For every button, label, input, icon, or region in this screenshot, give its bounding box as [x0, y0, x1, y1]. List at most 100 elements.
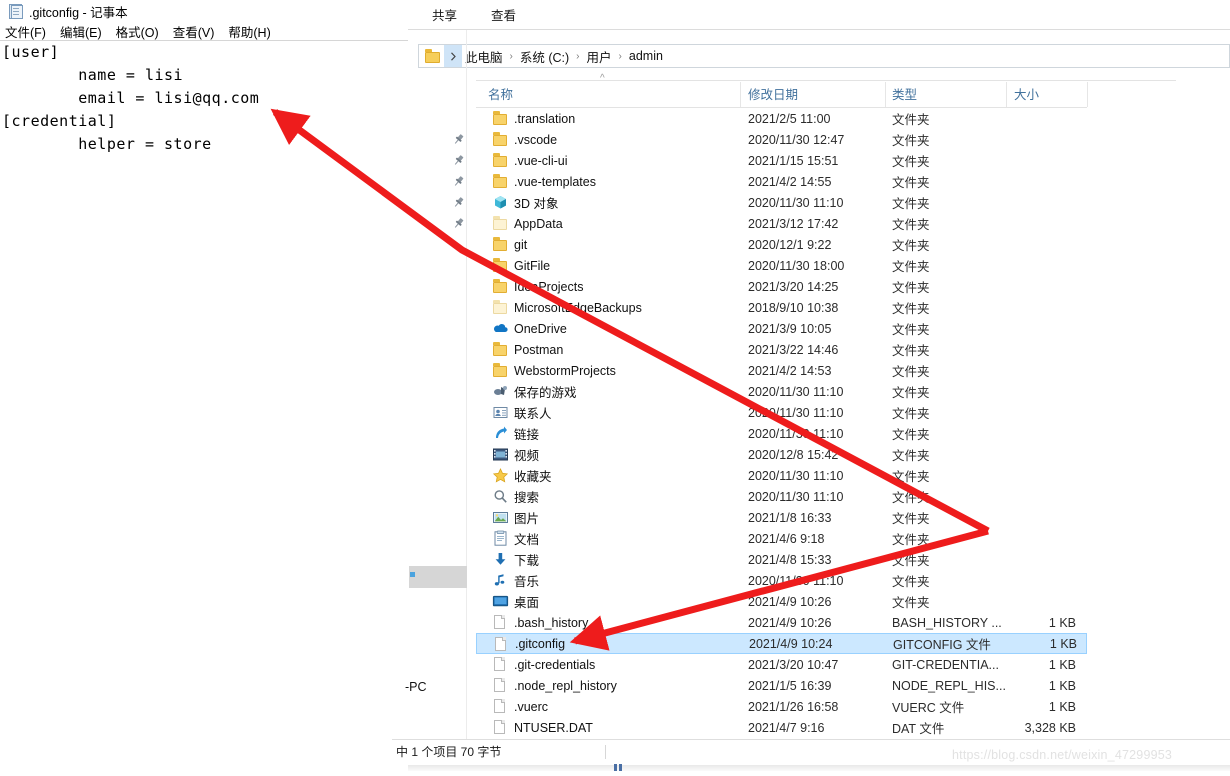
table-row[interactable]: 搜索 2020/11/30 11:10 文件夹	[476, 486, 1087, 507]
table-row[interactable]: 文档 2021/4/6 9:18 文件夹	[476, 528, 1087, 549]
table-row[interactable]: 下载 2021/4/8 15:33 文件夹	[476, 549, 1087, 570]
file-name-cell: 图片	[514, 512, 540, 526]
menu-view[interactable]: 查看(V)	[173, 22, 215, 41]
table-row[interactable]: .gitconfig 2021/4/9 10:24 GITCONFIG 文件 1 KB	[476, 633, 1087, 654]
file-type-cell: DAT 文件	[892, 722, 945, 736]
tab-share[interactable]: 共享	[422, 5, 467, 24]
file-date-cell: 2018/9/10 10:38	[748, 300, 839, 315]
nav-pane-pc-label: -PC	[405, 680, 427, 694]
file-icon	[492, 719, 509, 736]
breadcrumb-system-c[interactable]: 系统 (C:)	[517, 47, 572, 66]
table-row[interactable]: 保存的游戏 2020/11/30 11:10 文件夹	[476, 381, 1087, 402]
file-type-cell: 文件夹	[892, 386, 930, 400]
table-row[interactable]: WebstormProjects 2021/4/2 14:53 文件夹	[476, 360, 1087, 381]
table-row[interactable]: IdeaProjects 2021/3/20 14:25 文件夹	[476, 276, 1087, 297]
notepad-titlebar: .gitconfig - 记事本	[0, 0, 408, 22]
table-row[interactable]: .vuerc 2021/1/26 16:58 VUERC 文件 1 KB	[476, 696, 1087, 717]
table-row[interactable]: 图片 2021/1/8 16:33 文件夹	[476, 507, 1087, 528]
column-divider[interactable]	[1087, 82, 1088, 107]
table-row[interactable]: 桌面 2021/4/9 10:26 文件夹	[476, 591, 1087, 612]
breadcrumb-separator: ›	[509, 50, 513, 62]
menu-format[interactable]: 格式(O)	[116, 22, 159, 41]
file-date-cell: 2021/2/5 11:00	[748, 111, 831, 126]
file-date-cell: 2021/4/9 10:26	[748, 594, 832, 609]
notepad-window: .gitconfig - 记事本 文件(F) 编辑(E) 格式(O) 查看(V)…	[0, 0, 408, 776]
table-row[interactable]: 链接 2020/11/30 11:10 文件夹	[476, 423, 1087, 444]
table-row[interactable]: .git-credentials 2021/3/20 10:47 GIT-CREDE…	[476, 654, 1087, 675]
file-name-cell: .git-credentials	[514, 657, 596, 672]
table-row[interactable]: .node_repl_history 2021/1/5 16:39 NODE_REP…	[476, 675, 1087, 696]
tab-view[interactable]: 查看	[481, 5, 526, 24]
folder-icon	[492, 131, 509, 148]
folder-icon	[492, 152, 509, 169]
notepad-icon	[7, 3, 23, 19]
status-bar-selection: 中 1 个项目 70 字节	[396, 745, 502, 759]
table-row[interactable]: NTUSER.DAT 2021/4/7 9:16 DAT 文件 3,328 KB	[476, 717, 1087, 738]
breadcrumb-users[interactable]: 用户	[584, 47, 615, 66]
notepad-menubar: 文件(F) 编辑(E) 格式(O) 查看(V) 帮助(H)	[0, 22, 408, 40]
table-row[interactable]: .vue-templates 2021/4/2 14:55 文件夹	[476, 171, 1087, 192]
table-row[interactable]: .bash_history 2021/4/9 10:26 BASH_HISTORY …	[476, 612, 1087, 633]
column-divider[interactable]	[1006, 82, 1007, 107]
table-row[interactable]: 收藏夹 2020/11/30 11:10 文件夹	[476, 465, 1087, 486]
folder-icon	[492, 236, 509, 253]
file-date-cell: 2021/1/26 16:58	[748, 699, 839, 714]
folder-icon	[492, 362, 509, 379]
table-row[interactable]: .translation 2021/2/5 11:00 文件夹	[476, 108, 1087, 129]
table-row[interactable]: OneDrive 2021/3/9 10:05 文件夹	[476, 318, 1087, 339]
pin-icon[interactable]	[452, 217, 465, 230]
file-date-cell: 2021/4/2 14:53	[748, 363, 832, 378]
table-row[interactable]: .vscode 2020/11/30 12:47 文件夹	[476, 129, 1087, 150]
status-bar-divider	[605, 745, 606, 759]
breadcrumb-this-pc[interactable]: 此电脑	[462, 47, 506, 66]
column-header-type[interactable]: 类型	[892, 84, 917, 106]
pin-icon[interactable]	[452, 133, 465, 146]
table-row[interactable]: 音乐 2020/11/30 11:10 文件夹	[476, 570, 1087, 591]
menu-file[interactable]: 文件(F)	[5, 22, 46, 41]
file-size-cell: 1 KB	[1048, 657, 1076, 672]
column-divider[interactable]	[740, 82, 741, 107]
file-name-cell: NTUSER.DAT	[514, 720, 593, 735]
scrollbar-grip[interactable]	[614, 764, 628, 771]
breadcrumb-separator: ›	[618, 50, 622, 62]
notepad-text-area[interactable]: [user] name = lisi email = lisi@qq.com […	[2, 41, 406, 156]
column-header-size[interactable]: 大小	[1014, 84, 1039, 106]
menu-help[interactable]: 帮助(H)	[228, 22, 270, 41]
file-date-cell: 2020/11/30 11:10	[748, 195, 844, 210]
file-date-cell: 2020/11/30 11:10	[748, 405, 844, 420]
pin-icon[interactable]	[452, 175, 465, 188]
address-bar[interactable]: 此电脑 › 系统 (C:) › 用户 › admin	[418, 44, 1230, 68]
table-row[interactable]: 联系人 2020/11/30 11:10 文件夹	[476, 402, 1087, 423]
table-row[interactable]: 3D 对象 2020/11/30 11:10 文件夹	[476, 192, 1087, 213]
table-row[interactable]: AppData 2021/3/12 17:42 文件夹	[476, 213, 1087, 234]
table-row[interactable]: git 2020/12/1 9:22 文件夹	[476, 234, 1087, 255]
column-divider[interactable]	[885, 82, 886, 107]
header-top-rule	[476, 80, 1176, 81]
pin-icon[interactable]	[452, 154, 465, 167]
file-name-cell: 音乐	[514, 575, 540, 589]
table-row[interactable]: .vue-cli-ui 2021/1/15 15:51 文件夹	[476, 150, 1087, 171]
file-icon	[492, 656, 509, 673]
table-row[interactable]: MicrosoftEdgeBackups 2018/9/10 10:38 文件夹	[476, 297, 1087, 318]
file-date-cell: 2020/12/1 9:22	[748, 237, 832, 252]
file-name-cell: 链接	[514, 428, 540, 442]
table-row[interactable]: 视频 2020/12/8 15:42 文件夹	[476, 444, 1087, 465]
menu-edit[interactable]: 编辑(E)	[60, 22, 102, 41]
file-type-cell: 文件夹	[892, 302, 930, 316]
file-size-cell: 1 KB	[1049, 636, 1077, 651]
breadcrumb-admin[interactable]: admin	[626, 49, 666, 63]
column-header-name[interactable]: 名称	[488, 84, 513, 106]
column-header-date[interactable]: 修改日期	[748, 84, 798, 106]
file-date-cell: 2020/11/30 12:47	[748, 132, 845, 147]
table-row[interactable]: GitFile 2020/11/30 18:00 文件夹	[476, 255, 1087, 276]
folder-icon	[492, 110, 509, 127]
chevron-right-icon[interactable]	[444, 45, 462, 67]
file-size-cell: 1 KB	[1048, 615, 1076, 630]
pin-icon[interactable]	[452, 196, 465, 209]
pictures-icon	[492, 509, 509, 526]
notepad-title: .gitconfig - 记事本	[29, 5, 128, 20]
favorites-icon	[492, 467, 509, 484]
file-type-cell: 文件夹	[892, 554, 930, 568]
file-name-cell: AppData	[514, 216, 563, 231]
table-row[interactable]: Postman 2021/3/22 14:46 文件夹	[476, 339, 1087, 360]
